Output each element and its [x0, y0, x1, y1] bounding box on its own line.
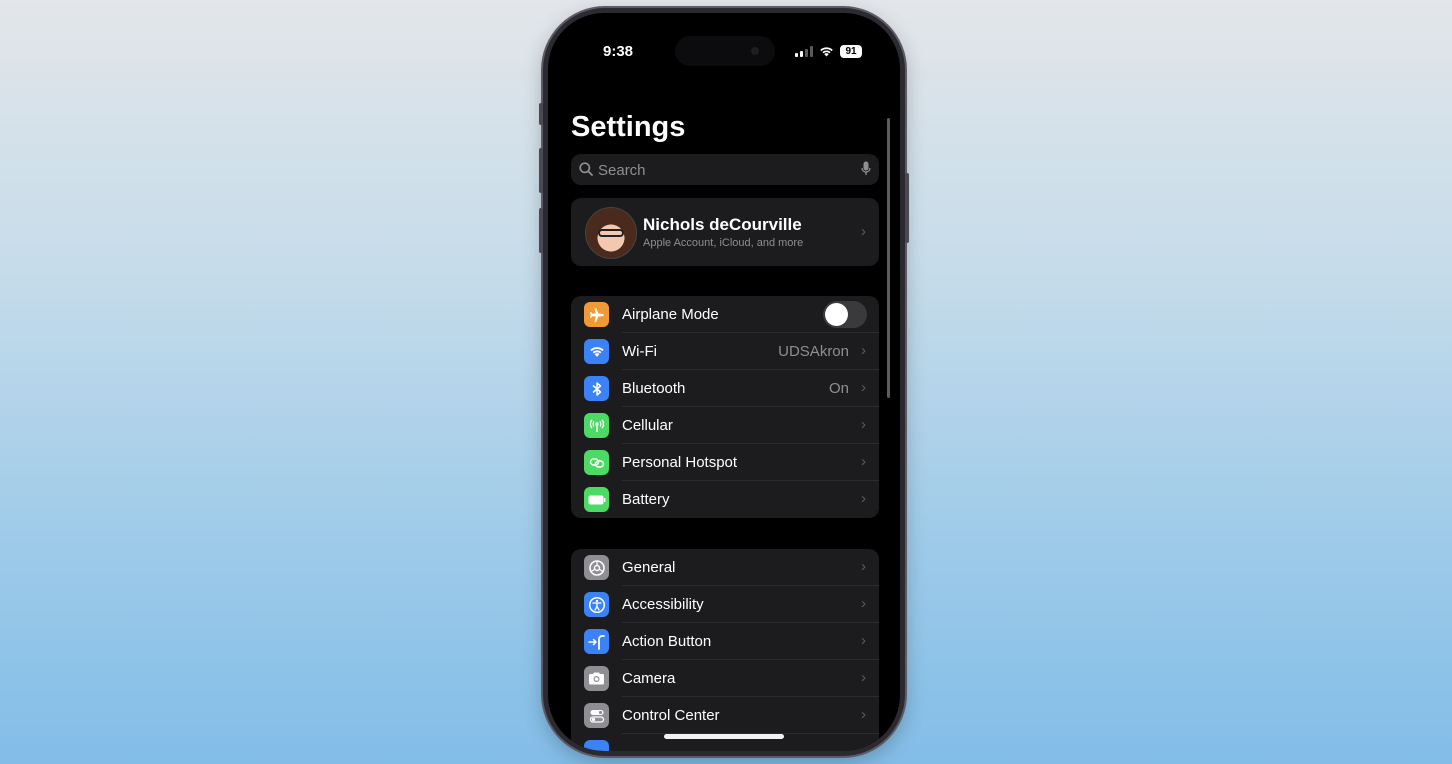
microphone-icon[interactable] — [861, 161, 871, 177]
dynamic-island — [675, 36, 775, 66]
apple-account-row[interactable]: Nichols deCourville Apple Account, iClou… — [571, 198, 879, 266]
row-value: On — [828, 380, 849, 397]
camera-icon — [584, 666, 609, 691]
phone-screen: 9:38 91 Settings Search Nichols deCourvi… — [548, 13, 900, 751]
row-value: UDSAkron — [778, 343, 849, 360]
wifi-icon — [584, 339, 609, 364]
action-button-icon — [584, 629, 609, 654]
action-side-button — [539, 103, 543, 125]
volume-up-button — [539, 148, 543, 193]
hotspot-icon — [584, 450, 609, 475]
page-title: Settings — [571, 111, 686, 143]
avatar — [585, 207, 637, 259]
power-button — [905, 173, 909, 243]
search-placeholder: Search — [598, 162, 646, 179]
connectivity-group: Airplane Mode Wi-Fi UDSAkron › Bluetooth… — [571, 296, 879, 518]
row-label: Action Button — [622, 633, 712, 650]
cellular-icon — [584, 413, 609, 438]
search-icon — [579, 162, 593, 176]
row-label: Accessibility — [622, 596, 704, 613]
chevron-right-icon: › — [861, 669, 866, 686]
row-bluetooth[interactable]: Bluetooth On › — [571, 370, 879, 407]
chevron-right-icon: › — [861, 453, 866, 470]
accessibility-icon — [584, 592, 609, 617]
row-general[interactable]: General › — [571, 549, 879, 586]
battery-level-badge: 91 — [840, 44, 862, 58]
chevron-right-icon: › — [861, 342, 866, 359]
control-center-icon — [584, 703, 609, 728]
row-label: Bluetooth — [622, 380, 686, 397]
row-battery[interactable]: Battery › — [571, 481, 879, 518]
row-control-center[interactable]: Control Center › — [571, 697, 879, 734]
volume-down-button — [539, 208, 543, 253]
display-icon — [584, 740, 609, 751]
gear-icon — [584, 555, 609, 580]
status-icons: 91 — [795, 44, 862, 58]
scrollbar[interactable] — [887, 118, 890, 398]
chevron-right-icon: › — [861, 595, 866, 612]
chevron-right-icon: › — [861, 558, 866, 575]
row-label: Control Center — [622, 707, 720, 724]
row-label: General — [622, 559, 676, 576]
row-action-button[interactable]: Action Button › — [571, 623, 879, 660]
row-personal-hotspot[interactable]: Personal Hotspot › — [571, 444, 879, 481]
camera-dot — [751, 47, 759, 55]
row-accessibility[interactable]: Accessibility › — [571, 586, 879, 623]
chevron-right-icon: › — [861, 632, 866, 649]
airplane-mode-toggle[interactable] — [823, 301, 867, 328]
status-time: 9:38 — [603, 43, 634, 60]
battery-icon — [584, 487, 609, 512]
row-camera[interactable]: Camera › — [571, 660, 879, 697]
bluetooth-icon — [584, 376, 609, 401]
row-label: Camera — [622, 670, 676, 687]
row-label: Wi-Fi — [622, 343, 657, 360]
chevron-right-icon: › — [861, 379, 866, 396]
row-wifi[interactable]: Wi-Fi UDSAkron › — [571, 333, 879, 370]
home-indicator[interactable] — [664, 734, 784, 739]
profile-subtitle: Apple Account, iCloud, and more — [643, 237, 804, 249]
chevron-right-icon: › — [861, 416, 866, 433]
row-airplane-mode[interactable]: Airplane Mode — [571, 296, 879, 333]
signal-icon — [795, 45, 813, 57]
airplane-icon — [584, 302, 609, 327]
chevron-right-icon: › — [861, 706, 866, 723]
row-label: Battery — [622, 491, 670, 508]
search-field[interactable]: Search — [571, 154, 879, 185]
row-label: Cellular — [622, 417, 673, 434]
row-label: Personal Hotspot — [622, 454, 738, 471]
system-group: General › Accessibility › Action Button … — [571, 549, 879, 751]
row-label: Airplane Mode — [622, 306, 719, 323]
row-cellular[interactable]: Cellular › — [571, 407, 879, 444]
chevron-right-icon: › — [861, 490, 866, 507]
chevron-right-icon: › — [861, 223, 866, 240]
wifi-status-icon — [820, 46, 833, 56]
profile-name: Nichols deCourville — [643, 215, 802, 234]
iphone-frame: 9:38 91 Settings Search Nichols deCourvi… — [539, 8, 909, 756]
